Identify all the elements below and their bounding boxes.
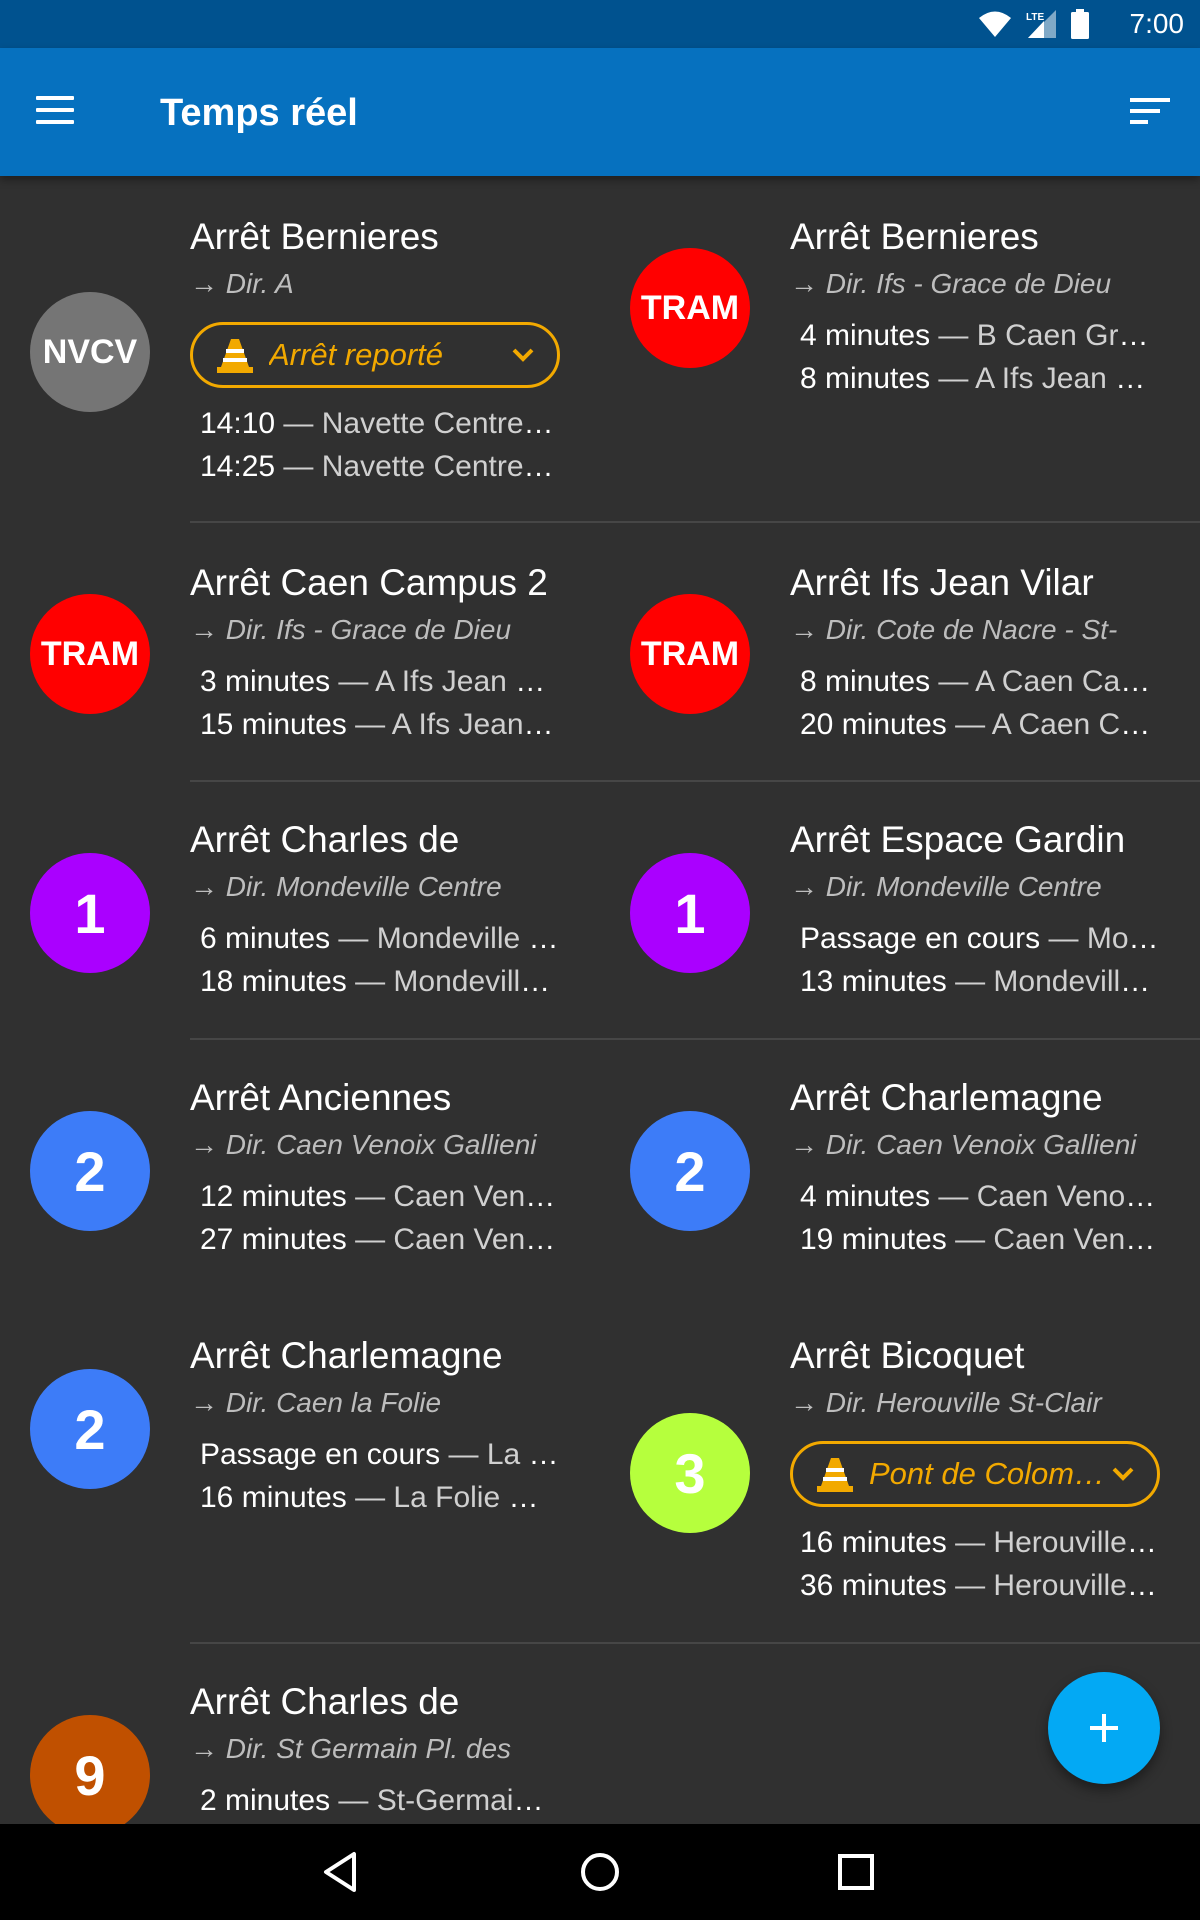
page-title: Temps réel bbox=[160, 92, 358, 134]
traffic-cone-icon bbox=[217, 339, 253, 373]
stop-name: Arrêt Caen Campus 2 bbox=[190, 562, 548, 603]
stop-card[interactable]: 2 Arrêt Charlemagne → Dir. Caen Venoix G… bbox=[600, 1039, 1200, 1297]
departure-time: 4 minutes — B Caen Grace de Dieu bbox=[800, 319, 1160, 352]
departure-time: 14:25 — Navette Centre Ville bbox=[200, 450, 560, 483]
departure-time: 6 minutes — Mondeville Centre bbox=[200, 922, 560, 955]
departure-time: 27 minutes — Caen Venoix Gallieni bbox=[200, 1223, 560, 1256]
departure-time: 8 minutes — A Ifs Jean Vilar bbox=[800, 362, 1160, 395]
departure-time: 13 minutes — Mondeville Centre bbox=[800, 965, 1160, 998]
line-badge: 2 bbox=[30, 1111, 150, 1231]
status-bar: LTE 7:00 bbox=[0, 0, 1200, 48]
stop-card[interactable]: 1 Arrêt Espace Gardin → Dir. Mondeville … bbox=[600, 781, 1200, 1039]
line-badge: TRAM bbox=[630, 248, 750, 368]
line-badge: NVCV bbox=[30, 292, 150, 412]
stop-card[interactable]: TRAM Arrêt Bernieres → Dir. Ifs - Grace … bbox=[600, 176, 1200, 522]
stop-card[interactable]: 2 Arrêt Anciennes → Dir. Caen Venoix Gal… bbox=[0, 1039, 600, 1297]
stop-name: Arrêt Espace Gardin bbox=[790, 819, 1126, 860]
stop-direction: → Dir. Cote de Nacre - St- bbox=[790, 614, 1118, 645]
departure-time: 18 minutes — Mondeville Centre bbox=[200, 965, 560, 998]
add-stop-button[interactable] bbox=[1048, 1672, 1160, 1784]
stop-direction: → Dir. A bbox=[190, 268, 294, 299]
departure-time: 4 minutes — Caen Venoix Gallieni bbox=[800, 1180, 1160, 1213]
status-icons: LTE bbox=[978, 9, 1090, 39]
sort-icon[interactable] bbox=[1130, 98, 1170, 128]
line-badge: TRAM bbox=[630, 594, 750, 714]
departure-time: 16 minutes — La Folie Mediatheque bbox=[200, 1481, 560, 1514]
departure-time: 16 minutes — Herouville St-Clair bbox=[800, 1526, 1160, 1559]
chevron-down-icon bbox=[1112, 1467, 1134, 1481]
departure-time: 8 minutes — A Caen Campus 2 bbox=[800, 665, 1160, 698]
stop-direction: → Dir. Herouville St-Clair bbox=[790, 1387, 1102, 1418]
departure-time: 2 minutes — St-Germain Place des Fetes bbox=[200, 1784, 560, 1817]
stop-name: Arrêt Charlemagne bbox=[190, 1335, 503, 1376]
stop-direction: → Dir. Mondeville Centre bbox=[190, 871, 502, 902]
stop-card[interactable]: NVCV Arrêt Bernieres → Dir. A Arrêt repo… bbox=[0, 176, 600, 522]
line-badge: 9 bbox=[30, 1715, 150, 1824]
stop-card[interactable]: 3 Arrêt Bicoquet → Dir. Herouville St-Cl… bbox=[600, 1297, 1200, 1642]
departure-time: 3 minutes — A Ifs Jean Vilar bbox=[200, 665, 560, 698]
back-icon[interactable] bbox=[318, 1848, 366, 1896]
stop-direction: → Dir. Ifs - Grace de Dieu bbox=[190, 614, 512, 645]
system-nav-bar bbox=[0, 1824, 1200, 1920]
line-badge: TRAM bbox=[30, 594, 150, 714]
svg-text:LTE: LTE bbox=[1026, 12, 1044, 23]
alert-chip[interactable]: Pont de Colombelles bbox=[790, 1441, 1160, 1507]
stop-name: Arrêt Bernieres bbox=[790, 216, 1039, 257]
stop-card[interactable]: 9 Arrêt Charles de → Dir. St Germain Pl.… bbox=[0, 1643, 600, 1824]
stop-card[interactable]: 1 Arrêt Charles de → Dir. Mondeville Cen… bbox=[0, 781, 600, 1039]
stop-name: Arrêt Bernieres bbox=[190, 216, 439, 257]
stop-direction: → Dir. Caen Venoix Gallieni bbox=[190, 1129, 537, 1160]
traffic-cone-icon bbox=[817, 1458, 853, 1492]
stop-direction: → Dir. Ifs - Grace de Dieu bbox=[790, 268, 1112, 299]
stop-card[interactable]: 2 Arrêt Charlemagne → Dir. Caen la Folie… bbox=[0, 1297, 600, 1642]
stop-direction: → Dir. Mondeville Centre bbox=[790, 871, 1102, 902]
departure-time: Passage en cours — La Folie Mediatheque bbox=[200, 1438, 560, 1471]
wifi-icon bbox=[979, 11, 1011, 37]
status-time: 7:00 bbox=[1129, 8, 1185, 39]
stop-card[interactable]: TRAM Arrêt Ifs Jean Vilar → Dir. Cote de… bbox=[600, 522, 1200, 780]
departure-time: 15 minutes — A Ifs Jean Vilar bbox=[200, 708, 560, 741]
alert-text: Arrêt reporté bbox=[269, 337, 444, 372]
stops-grid: NVCV Arrêt Bernieres → Dir. A Arrêt repo… bbox=[0, 176, 1200, 1824]
line-badge: 1 bbox=[30, 853, 150, 973]
stop-name: Arrêt Bicoquet bbox=[790, 1335, 1025, 1376]
line-badge: 1 bbox=[630, 853, 750, 973]
stop-name: Arrêt Charlemagne bbox=[790, 1077, 1103, 1118]
departure-time: Passage en cours — Mondeville Centre bbox=[800, 922, 1160, 955]
stop-name: Arrêt Charles de bbox=[190, 1681, 460, 1722]
alert-text: Pont de Colombelles bbox=[869, 1456, 1109, 1491]
stop-name: Arrêt Ifs Jean Vilar bbox=[790, 562, 1094, 603]
battery-icon bbox=[1071, 9, 1089, 39]
departure-time: 19 minutes — Caen Venoix Gallieni bbox=[800, 1223, 1160, 1256]
stop-name: Arrêt Anciennes bbox=[190, 1077, 452, 1118]
departure-time: 20 minutes — A Caen Campus 2 bbox=[800, 708, 1160, 741]
departure-time: 14:10 — Navette Centre Ville bbox=[200, 407, 560, 440]
line-badge: 3 bbox=[630, 1413, 750, 1533]
stop-card[interactable]: TRAM Arrêt Caen Campus 2 → Dir. Ifs - Gr… bbox=[0, 522, 600, 780]
stop-name: Arrêt Charles de bbox=[190, 819, 460, 860]
line-badge: 2 bbox=[30, 1369, 150, 1489]
chevron-down-icon bbox=[512, 348, 534, 362]
departure-time: 12 minutes — Caen Venoix Gallieni bbox=[200, 1180, 560, 1213]
line-badge: 2 bbox=[630, 1111, 750, 1231]
app-bar: Temps réel bbox=[0, 48, 1200, 176]
hamburger-menu-icon[interactable] bbox=[36, 96, 76, 128]
plus-icon bbox=[1090, 1714, 1118, 1742]
alert-chip[interactable]: Arrêt reporté bbox=[190, 322, 560, 388]
recents-icon[interactable] bbox=[832, 1848, 880, 1896]
home-icon[interactable] bbox=[576, 1848, 624, 1896]
departure-time: 36 minutes — Herouville St-Clair bbox=[800, 1569, 1160, 1602]
stop-direction: → Dir. St Germain Pl. des bbox=[190, 1733, 512, 1764]
stop-direction: → Dir. Caen Venoix Gallieni bbox=[790, 1129, 1137, 1160]
lte-signal-icon: LTE bbox=[1026, 10, 1056, 38]
stop-direction: → Dir. Caen la Folie bbox=[190, 1387, 442, 1418]
